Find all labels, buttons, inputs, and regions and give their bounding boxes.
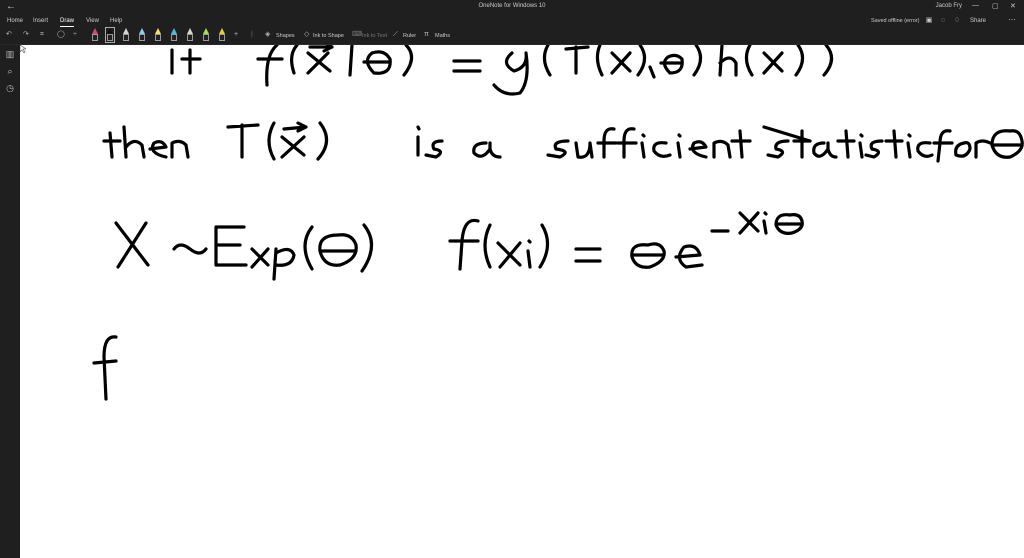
handwritten-ink <box>92 45 1024 401</box>
maths-button[interactable]: Maths <box>435 33 450 39</box>
pen-body-icon <box>187 34 193 41</box>
pen-light-blue[interactable] <box>170 28 178 42</box>
ink-to-shape-icon[interactable]: ◇ <box>304 30 309 40</box>
shapes-icon[interactable]: ◈ <box>265 30 270 40</box>
draw-toolbar: ↶ ↷ ⌗ ◯ ÷ + | ◈ Shapes ◇ Ink to Shape ⌨ … <box>0 27 1024 45</box>
share-button[interactable]: Share <box>970 18 986 24</box>
add-pen-icon[interactable]: + <box>234 30 238 40</box>
ink-line-3 <box>114 211 804 281</box>
ink-to-text-icon: ⌨ <box>352 31 363 38</box>
ruler-icon[interactable]: ⟋ <box>393 30 398 40</box>
pen-yellow[interactable] <box>218 28 226 42</box>
pen-green[interactable] <box>202 28 210 42</box>
close-icon[interactable]: ✕ <box>1010 2 1016 10</box>
highlighter-yellow[interactable] <box>154 28 162 42</box>
pen-body-icon <box>139 34 145 41</box>
shapes-button[interactable]: Shapes <box>276 33 295 39</box>
tab-help[interactable]: Help <box>110 18 122 24</box>
notebooks-icon[interactable]: ▥ <box>4 48 16 60</box>
add-space-icon[interactable]: ÷ <box>73 30 77 40</box>
note-canvas[interactable] <box>20 45 1024 558</box>
recent-icon[interactable]: ◷ <box>4 82 16 94</box>
tab-home[interactable]: Home <box>7 18 23 24</box>
sync-status[interactable]: Saved offline (error) <box>871 18 920 24</box>
ink-line-1 <box>170 45 834 96</box>
left-nav: ▥ ⌕ ◷ <box>0 45 20 558</box>
tab-insert[interactable]: Insert <box>33 18 48 24</box>
tab-view[interactable]: View <box>86 18 99 24</box>
title-bar: ← OneNote for Windows 10 Jacob Fry — ▢ ✕ <box>0 0 1024 16</box>
user-name[interactable]: Jacob Fry <box>936 3 962 9</box>
ruler-button[interactable]: Ruler <box>403 33 416 39</box>
maths-icon[interactable]: π <box>424 30 429 40</box>
pen-grey[interactable] <box>122 28 130 42</box>
tab-draw[interactable]: Draw <box>60 18 75 27</box>
ink-to-text-button: Ink to Text <box>362 33 387 39</box>
pen-body-icon <box>155 34 161 41</box>
lasso-select-icon[interactable]: ⌗ <box>40 30 44 40</box>
separator-icon: | <box>251 31 253 38</box>
pen-white[interactable] <box>186 28 194 42</box>
pen-pink[interactable] <box>91 28 99 42</box>
pen-body-icon <box>219 34 225 41</box>
undo-icon[interactable]: ↶ <box>6 30 12 40</box>
search-icon[interactable]: ⌕ <box>4 65 16 77</box>
pen-body-icon <box>171 34 177 41</box>
more-options-icon[interactable]: ⋯ <box>1008 17 1016 25</box>
ink-line-4 <box>92 335 118 401</box>
pen-body-icon <box>92 34 98 41</box>
pen-body-icon <box>123 34 129 41</box>
ink-line-2 <box>102 121 1024 163</box>
pen-body-icon <box>107 34 113 41</box>
notebook-icon[interactable]: ▣ <box>925 17 933 25</box>
lightbulb-icon[interactable]: ◌ <box>939 17 947 25</box>
minimize-icon[interactable]: — <box>972 2 979 9</box>
lasso-icon[interactable]: ◯ <box>57 30 65 40</box>
maximize-icon[interactable]: ▢ <box>992 2 999 10</box>
pen-black[interactable] <box>105 27 115 43</box>
bell-icon[interactable]: ♢ <box>953 17 961 25</box>
pen-body-icon <box>203 34 209 41</box>
redo-icon[interactable]: ↷ <box>23 30 29 40</box>
mouse-cursor-icon <box>20 45 26 53</box>
ink-to-shape-button[interactable]: Ink to Shape <box>313 33 344 39</box>
window-title: OneNote for Windows 10 <box>478 3 546 9</box>
pen-blue[interactable] <box>138 28 146 42</box>
